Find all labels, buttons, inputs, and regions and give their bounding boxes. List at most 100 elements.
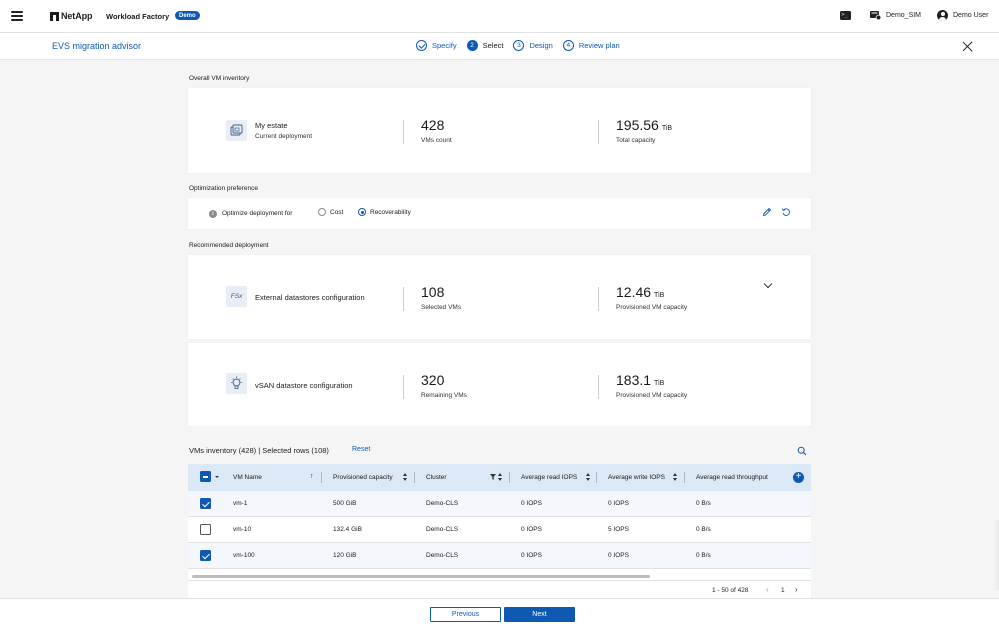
cell-read-iops: 0 IOPS [521, 526, 542, 533]
cell-write-iops: 0 IOPS [608, 552, 629, 559]
external-name: External datastores configuration [255, 293, 365, 302]
sort-icon[interactable] [498, 473, 503, 482]
cell-read-throughput: 0 B/s [696, 552, 711, 559]
radio-ring[interactable] [318, 208, 326, 216]
step-label: Select [482, 41, 504, 50]
close-icon[interactable] [962, 41, 973, 52]
pagination-range: 1 - 50 of 428 [712, 587, 749, 594]
terminal-icon[interactable] [840, 11, 851, 20]
estate-name: My estate [255, 121, 288, 130]
step-label: Design [529, 41, 553, 50]
workspace-icon[interactable] [870, 11, 881, 20]
col-avg-write-iops[interactable]: Average write IOPS [608, 474, 665, 481]
netapp-logo-icon [50, 11, 59, 21]
column-separator[interactable] [321, 472, 322, 483]
col-avg-read-throughput[interactable]: Average read throughput [696, 474, 768, 481]
step-specify[interactable]: Specify [416, 40, 457, 51]
cell-cluster: Demo-CLS [426, 500, 459, 507]
cell-cluster: Demo-CLS [426, 526, 459, 533]
step-select[interactable]: 2 Select [466, 40, 504, 51]
cell-cluster: Demo-CLS [426, 552, 459, 559]
reset-link[interactable]: Reset [352, 446, 370, 453]
vm-count-value: 428 [421, 117, 445, 133]
col-vm-name[interactable]: VM Name [233, 474, 262, 481]
cell-read-throughput: 0 B/s [696, 526, 711, 533]
table-row[interactable]: vm-10 132.4 GiB Demo-CLS 0 IOPS 5 IOPS 0… [188, 517, 811, 543]
workspace-label[interactable]: Demo_SIM [886, 12, 921, 19]
remaining-vms-label: Remaining VMs [421, 392, 467, 399]
reset-icon[interactable] [781, 207, 791, 217]
optimization-section-title: Optimization preference [189, 185, 259, 192]
pencil-icon[interactable] [762, 207, 772, 217]
cell-vm-name: vm-100 [233, 552, 255, 559]
radio-cost[interactable]: Cost [318, 208, 343, 216]
sort-icon[interactable] [403, 473, 408, 482]
radio-ring-selected[interactable] [358, 208, 366, 216]
vsan-datastore-card: vSAN datastore configuration 320 Remaini… [188, 343, 811, 426]
step-number: 4 [562, 40, 574, 51]
cell-capacity: 120 GiB [333, 552, 357, 559]
column-separator[interactable] [596, 472, 597, 483]
fsx-icon-text: FSx [230, 293, 243, 300]
capacity-number: 12.46 [616, 284, 652, 300]
next-page-icon[interactable]: › [795, 585, 798, 594]
row-checkbox[interactable] [200, 498, 211, 509]
step-review-plan[interactable]: 4 Review plan [562, 40, 620, 51]
sort-icon[interactable] [673, 473, 678, 482]
user-avatar-icon[interactable] [937, 10, 948, 21]
current-page[interactable]: 1 [781, 587, 785, 594]
user-name[interactable]: Demo User [953, 12, 988, 19]
select-all-checkbox[interactable] [200, 471, 211, 482]
metric-divider [403, 375, 404, 399]
step-label: Specify [432, 41, 457, 50]
col-provisioned-capacity[interactable]: Provisioned capacity [333, 474, 393, 481]
step-check-icon [416, 40, 427, 51]
step-design[interactable]: 3 Design [513, 40, 553, 51]
col-avg-read-iops[interactable]: Average read IOPS [521, 474, 577, 481]
search-icon[interactable] [797, 446, 807, 456]
next-button[interactable]: Next [504, 607, 575, 622]
prev-page-icon[interactable]: ‹ [766, 585, 769, 594]
capacity-number: 183.1 [616, 372, 652, 388]
page-title: EVS migration advisor [52, 41, 142, 51]
info-icon[interactable]: i [209, 210, 217, 218]
metric-divider [598, 375, 599, 399]
top-bar: NetApp Workload Factory Demo Demo_SIM De… [0, 0, 999, 33]
col-cluster[interactable]: Cluster [426, 474, 447, 481]
selected-vms-label: Selected VMs [421, 304, 462, 311]
column-separator[interactable] [684, 472, 685, 483]
estate-card: My estate Current deployment 428 VMs cou… [188, 88, 811, 173]
add-column-button[interactable]: + [793, 472, 804, 483]
cell-capacity: 500 GiB [333, 500, 357, 507]
column-separator[interactable] [414, 472, 415, 483]
sort-asc-icon[interactable]: ↑ [310, 473, 314, 480]
cell-read-throughput: 0 B/s [696, 500, 711, 507]
capacity-unit: TiB [654, 292, 665, 299]
selected-vms-value: 108 [421, 284, 445, 300]
vsan-capacity-value: 183.1 TiB [616, 372, 664, 388]
product-name: Workload Factory [106, 12, 170, 21]
chevron-down-icon[interactable] [763, 279, 773, 289]
side-shadow [993, 520, 999, 590]
previous-button[interactable]: Previous [430, 607, 501, 622]
table-row[interactable]: vm-100 120 GiB Demo-CLS 0 IOPS 0 IOPS 0 … [188, 543, 811, 569]
horizontal-scrollbar[interactable] [192, 575, 650, 578]
filter-icon[interactable] [490, 474, 496, 480]
remaining-vms-value: 320 [421, 372, 445, 388]
radio-label: Recoverability [370, 208, 411, 216]
external-capacity-value: 12.46 TiB [616, 284, 664, 300]
table-row[interactable]: vm-1 500 GiB Demo-CLS 0 IOPS 0 IOPS 0 B/… [188, 491, 811, 517]
column-separator[interactable] [509, 472, 510, 483]
radio-recoverability[interactable]: Recoverability [358, 208, 411, 216]
row-checkbox[interactable] [200, 524, 211, 535]
metric-divider [598, 120, 599, 144]
menu-icon[interactable] [11, 11, 23, 21]
lightbulb-icon [226, 373, 247, 394]
step-number: 2 [466, 40, 478, 51]
select-menu-caret-icon[interactable] [215, 476, 219, 478]
sort-icon[interactable] [586, 473, 591, 482]
row-checkbox[interactable] [200, 550, 211, 561]
cell-vm-name: vm-1 [233, 500, 248, 507]
radio-label: Cost [330, 208, 344, 216]
netapp-logo: NetApp [50, 11, 93, 21]
